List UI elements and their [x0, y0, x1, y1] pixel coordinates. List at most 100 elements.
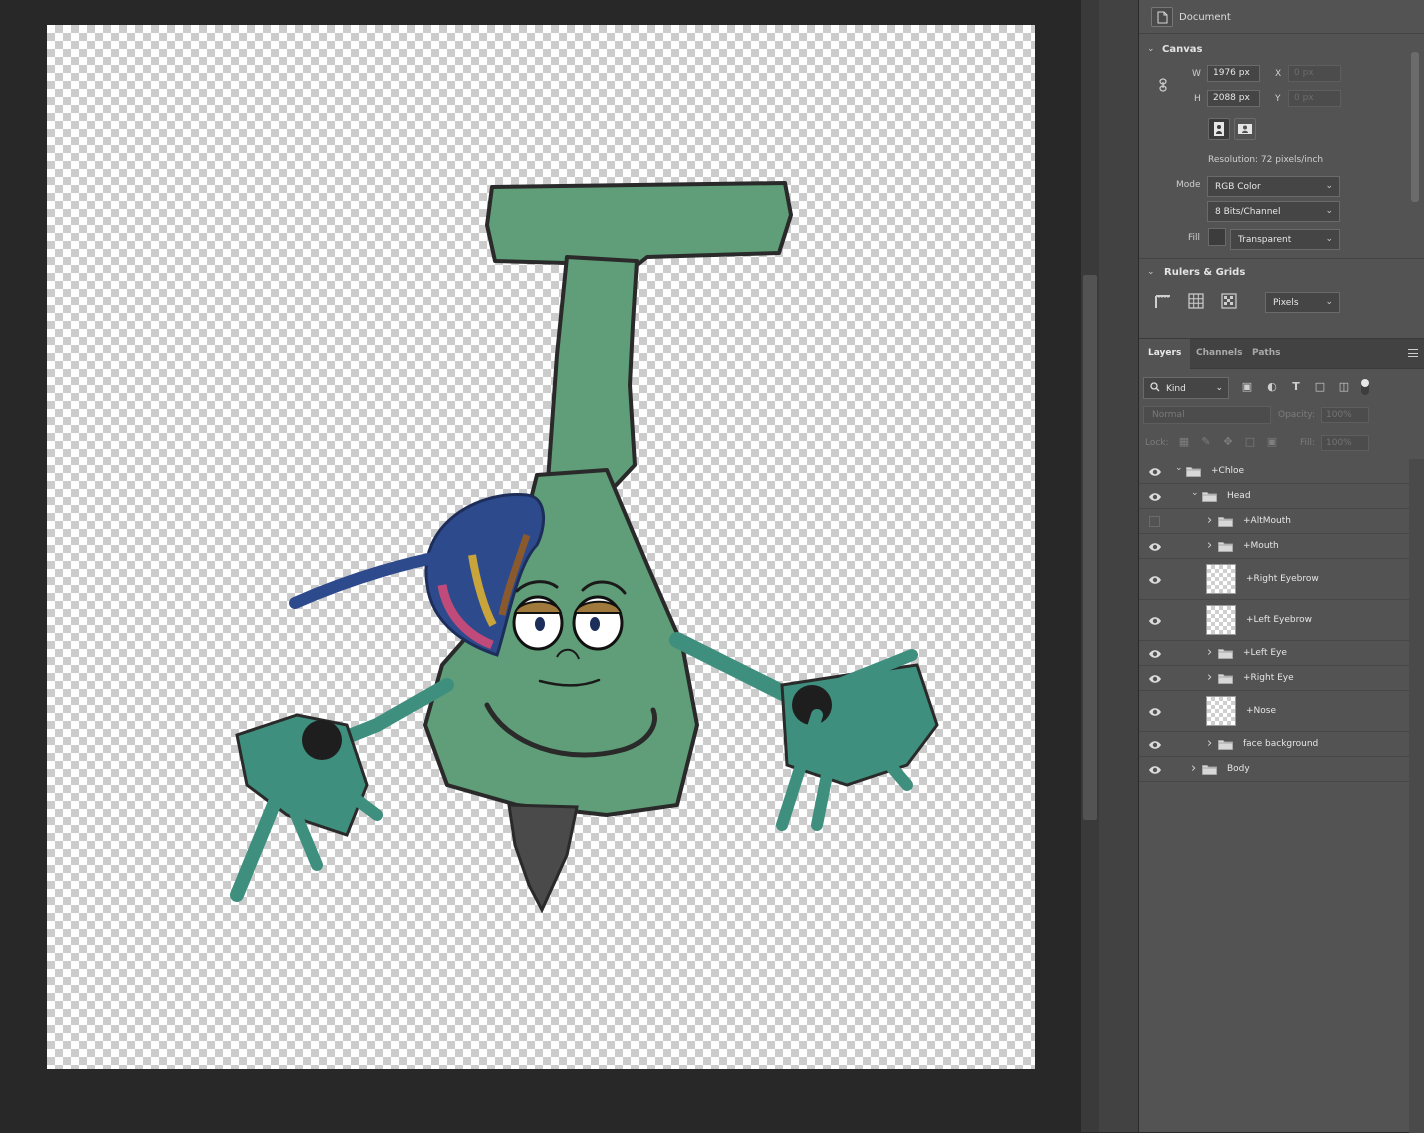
bit-depth-value: 8 Bits/Channel [1215, 207, 1281, 217]
units-dropdown[interactable]: Pixels ⌄ [1265, 292, 1340, 313]
layer-row[interactable]: › Body [1139, 757, 1409, 782]
folder-icon [1218, 648, 1233, 659]
layer-name[interactable]: Body [1227, 764, 1250, 774]
layer-name[interactable]: +Left Eye [1243, 648, 1287, 658]
chevron-right-icon[interactable]: › [1207, 538, 1212, 553]
fill-swatch[interactable] [1208, 228, 1226, 246]
layer-thumbnail[interactable] [1206, 605, 1236, 635]
bit-depth-dropdown[interactable]: 8 Bits/Channel ⌄ [1207, 201, 1340, 222]
rulers-collapse-icon[interactable]: ⌄ [1147, 267, 1155, 277]
mode-dropdown[interactable]: RGB Color ⌄ [1207, 176, 1340, 197]
layer-name[interactable]: face background [1243, 739, 1318, 749]
eye-icon[interactable] [1148, 649, 1162, 659]
character-leg [507, 803, 579, 914]
tab-channels[interactable]: Channels [1187, 339, 1251, 369]
layer-row[interactable]: ⌄ +Chloe [1139, 459, 1409, 484]
opacity-field: 100% [1321, 407, 1369, 423]
shape-filter-icon[interactable]: □ [1313, 380, 1327, 394]
width-field[interactable]: 1976 px [1207, 65, 1260, 82]
layer-name[interactable]: +Right Eye [1243, 673, 1294, 683]
layer-row[interactable]: › +AltMouth [1139, 509, 1409, 534]
panel-menu-icon[interactable] [1408, 349, 1418, 357]
layer-row[interactable]: › +Right Eye [1139, 666, 1409, 691]
chevron-right-icon[interactable]: › [1207, 513, 1212, 528]
layers-scrollbar[interactable] [1409, 459, 1424, 1133]
layer-thumbnail[interactable] [1206, 564, 1236, 594]
layer-name[interactable]: +Right Eyebrow [1246, 574, 1319, 584]
chevron-right-icon[interactable]: › [1207, 645, 1212, 660]
blend-mode-dropdown: Normal [1143, 406, 1271, 424]
canvas-workspace[interactable] [0, 0, 1081, 1132]
layer-row[interactable]: › +Left Eye [1139, 641, 1409, 666]
lock-label: Lock: [1145, 438, 1169, 448]
landscape-orientation-button[interactable] [1234, 118, 1256, 140]
panel-gutter [1099, 0, 1139, 1132]
properties-scroll-thumb[interactable] [1411, 52, 1419, 202]
layer-row[interactable]: +Nose [1139, 691, 1409, 732]
tab-layers[interactable]: Layers [1139, 339, 1191, 369]
rulers-grids-section-title[interactable]: Rulers & Grids [1164, 267, 1245, 278]
filter-toggle[interactable] [1361, 379, 1369, 395]
chevron-down-icon[interactable]: ⌄ [1191, 488, 1199, 498]
chevron-down-icon[interactable]: ⌄ [1175, 463, 1183, 473]
layer-name[interactable]: +Mouth [1243, 541, 1279, 551]
folder-icon [1218, 739, 1233, 750]
right-panel: Document ⌄ Canvas W 1976 px X 0 px H 208… [1139, 0, 1424, 1133]
tab-paths[interactable]: Paths [1243, 339, 1290, 369]
layer-filter-dropdown[interactable]: Kind ⌄ [1143, 377, 1229, 399]
portrait-orientation-button[interactable] [1208, 118, 1230, 140]
resolution-text: Resolution: 72 pixels/inch [1208, 155, 1324, 165]
chevron-right-icon[interactable]: › [1191, 761, 1196, 776]
folder-icon [1218, 516, 1233, 527]
layer-name[interactable]: Head [1227, 491, 1251, 501]
layer-row[interactable]: +Left Eyebrow [1139, 600, 1409, 641]
units-value: Pixels [1273, 298, 1299, 308]
layer-row[interactable]: +Right Eyebrow [1139, 559, 1409, 600]
chevron-down-icon: ⌄ [1325, 234, 1333, 244]
eye-icon[interactable] [1148, 492, 1162, 502]
layer-row[interactable]: › +Mouth [1139, 534, 1409, 559]
fill-value: Transparent [1238, 235, 1292, 245]
right-eye [572, 595, 624, 651]
landscape-icon [1238, 124, 1252, 134]
adjustment-filter-icon[interactable]: ◐ [1265, 380, 1279, 394]
eye-icon[interactable] [1148, 740, 1162, 750]
grid-icon[interactable] [1187, 292, 1205, 310]
right-hand [776, 649, 939, 831]
layer-name[interactable]: +AltMouth [1243, 516, 1291, 526]
canvas-scroll-thumb[interactable] [1083, 275, 1097, 820]
link-dimensions-icon[interactable] [1158, 78, 1168, 92]
eye-icon[interactable] [1148, 765, 1162, 775]
layer-row[interactable]: ⌄ Head [1139, 484, 1409, 509]
canvas-section-title[interactable]: Canvas [1162, 44, 1202, 55]
layer-name[interactable]: +Left Eyebrow [1246, 615, 1312, 625]
document-canvas[interactable] [47, 25, 1035, 1069]
chevron-right-icon[interactable]: › [1207, 736, 1212, 751]
layer-name[interactable]: +Chloe [1211, 466, 1244, 476]
canvas-collapse-icon[interactable]: ⌄ [1147, 44, 1155, 54]
smart-object-filter-icon[interactable]: ◫ [1337, 380, 1351, 394]
eye-icon[interactable] [1148, 467, 1162, 477]
eye-icon[interactable] [1148, 542, 1162, 552]
pixel-grid-icon[interactable] [1220, 292, 1238, 310]
filter-kind-value: Kind [1166, 384, 1186, 394]
chevron-right-icon[interactable]: › [1207, 670, 1212, 685]
section-divider [1139, 258, 1424, 259]
fill-dropdown[interactable]: Transparent ⌄ [1230, 229, 1340, 250]
left-hand [230, 713, 383, 902]
eye-icon[interactable] [1148, 707, 1162, 717]
eye-icon[interactable] [1148, 575, 1162, 585]
visibility-toggle[interactable] [1149, 516, 1160, 527]
mode-value: RGB Color [1215, 182, 1261, 192]
height-field[interactable]: 2088 px [1207, 90, 1260, 107]
character-artwork[interactable] [47, 25, 1035, 1069]
layer-thumbnail[interactable] [1206, 696, 1236, 726]
y-label: Y [1275, 94, 1281, 104]
eye-icon[interactable] [1148, 616, 1162, 626]
layer-name[interactable]: +Nose [1246, 706, 1276, 716]
eye-icon[interactable] [1148, 674, 1162, 684]
type-filter-icon[interactable]: T [1289, 380, 1303, 394]
ruler-icon[interactable] [1154, 292, 1172, 310]
layer-row[interactable]: › face background [1139, 732, 1409, 757]
pixel-layer-filter-icon[interactable]: ▣ [1240, 380, 1254, 394]
